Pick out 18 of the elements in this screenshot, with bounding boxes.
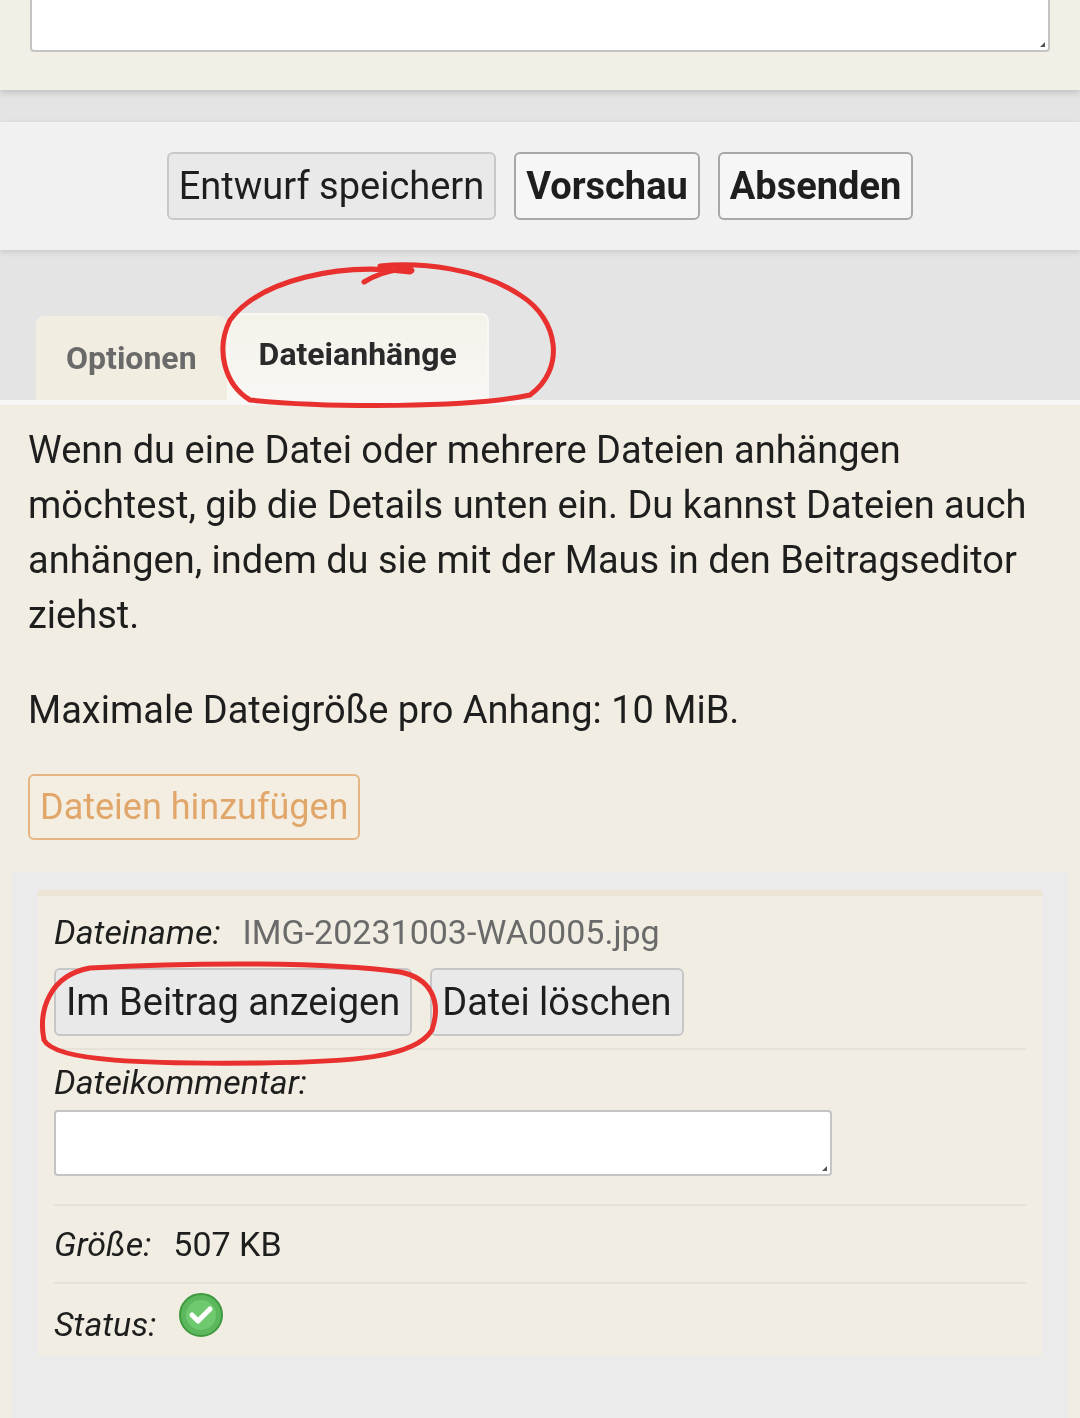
tab[interactable]: Optionen — [36, 316, 227, 400]
max-size-text: Maximale Dateigröße pro Anhang: 10 MiB. — [28, 687, 741, 734]
resize-grip-icon[interactable] — [1040, 42, 1045, 47]
field-label: Größe: — [54, 1224, 152, 1264]
file-name: IMG-20231003-WA0005.jpg — [242, 912, 660, 952]
attachment-button[interactable]: Datei löschen — [430, 968, 684, 1036]
field-label: Dateikommentar: — [54, 1062, 308, 1102]
field-label: Dateiname: — [54, 912, 221, 952]
resize-grip-icon[interactable] — [822, 1166, 827, 1171]
field-label: Status: — [54, 1304, 157, 1344]
intro-text: Wenn du eine Datei oder mehrere Dateien anhängen möchtest, gib die Details unten ein. Du kannst Dateien auch anhängen, indem du sie mit der Maus in den Beitragseditor ziehst. — [28, 427, 1028, 639]
comment-field[interactable] — [54, 1110, 832, 1176]
form-button[interactable]: Vorschau — [514, 152, 700, 220]
tab[interactable]: Dateianhänge — [226, 313, 489, 400]
attachment-button[interactable]: Im Beitrag anzeigen — [54, 968, 413, 1036]
form-button[interactable]: Entwurf speichern — [166, 152, 497, 220]
file-size: 507 KB — [173, 1224, 282, 1264]
form-button[interactable]: Absenden — [717, 152, 914, 220]
